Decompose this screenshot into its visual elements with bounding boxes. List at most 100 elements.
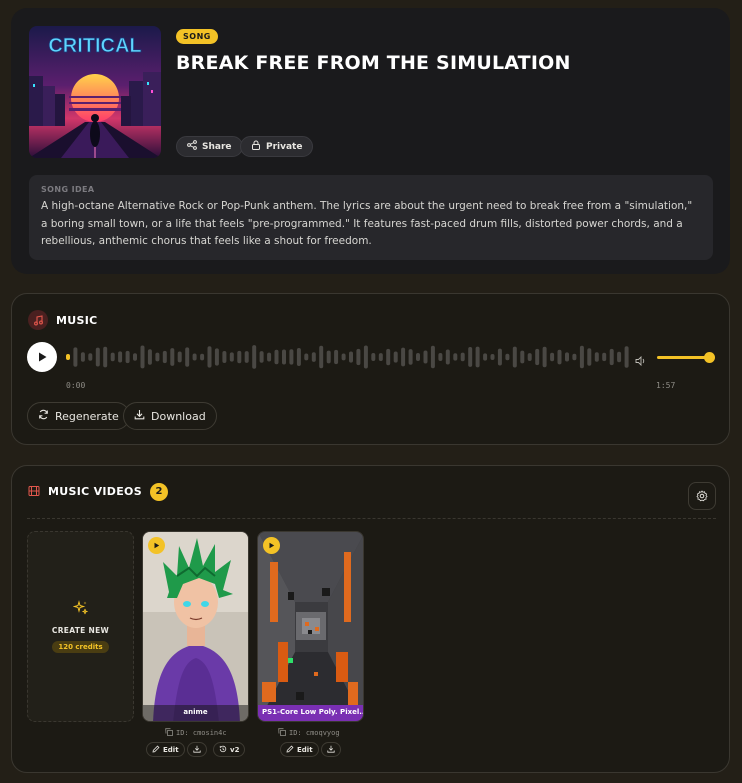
edit-label: Edit xyxy=(297,745,313,754)
waveform-bar xyxy=(326,350,331,364)
waveform-bar xyxy=(282,349,286,365)
refresh-icon xyxy=(38,409,49,423)
waveform-bar xyxy=(311,352,316,362)
regenerate-label: Regenerate xyxy=(55,409,119,423)
lock-icon xyxy=(251,140,261,153)
play-icon xyxy=(36,348,48,367)
waveform-bar xyxy=(475,346,480,368)
waveform-bar xyxy=(274,349,279,365)
waveform-bar xyxy=(177,351,182,363)
download-label: Download xyxy=(151,409,206,423)
waveform-bar xyxy=(244,351,249,363)
waveform-bar xyxy=(252,345,257,369)
waveform-bar xyxy=(460,352,465,362)
history-icon xyxy=(219,745,227,755)
waveform-bar xyxy=(408,349,413,365)
private-button[interactable]: Private xyxy=(240,136,314,157)
waveform-bar xyxy=(118,351,123,363)
waveform-bar xyxy=(557,349,562,365)
waveform-bar xyxy=(200,353,205,361)
song-idea-box: SONG IDEA A high-octane Alternative Rock… xyxy=(29,175,713,260)
waveform-bar xyxy=(609,348,614,366)
waveform-bar xyxy=(229,352,234,362)
edit-video-button[interactable]: Edit xyxy=(280,742,319,757)
waveform-bar xyxy=(527,353,532,361)
waveform-bar xyxy=(512,346,517,368)
waveform-bar xyxy=(483,353,488,361)
waveform-bar xyxy=(170,348,175,366)
regenerate-button[interactable]: Regenerate xyxy=(27,402,130,430)
create-new-video-button[interactable]: CREATE NEW 120 credits xyxy=(27,531,134,722)
waveform-bar xyxy=(80,352,85,362)
gear-icon xyxy=(696,487,708,506)
create-new-credits: 120 credits xyxy=(52,641,109,653)
sparkle-icon xyxy=(72,600,89,620)
song-header-card: CRITICAL SONG BREAK FREE FROM THE SIMULA… xyxy=(11,8,730,274)
waveform-scrubber[interactable] xyxy=(66,341,632,373)
waveform-bar xyxy=(356,348,361,366)
create-new-label: CREATE NEW xyxy=(51,626,110,635)
song-idea-label: SONG IDEA xyxy=(41,185,95,194)
waveform-bar xyxy=(371,353,376,361)
download-icon xyxy=(193,745,201,755)
download-video-button[interactable] xyxy=(321,742,341,757)
video-thumbnail-anime[interactable]: anime xyxy=(142,531,249,722)
song-type-badge: SONG xyxy=(176,29,218,44)
waveform-bar xyxy=(468,347,473,367)
music-videos-card: MUSIC VIDEOS 2 CREATE NEW 120 credits an… xyxy=(11,465,730,773)
waveform-bar xyxy=(393,351,398,363)
waveform-bar xyxy=(304,353,309,361)
edit-video-button[interactable]: Edit xyxy=(146,742,185,757)
video-play-button[interactable] xyxy=(263,537,280,554)
waveform-bar xyxy=(587,348,592,366)
waveform-bar xyxy=(222,351,227,363)
waveform-bar xyxy=(259,351,264,363)
song-cover-art: CRITICAL xyxy=(29,26,161,158)
waveform-bar xyxy=(594,352,599,362)
waveform-bar xyxy=(416,353,420,361)
volume-icon[interactable] xyxy=(635,351,647,370)
waveform-bar xyxy=(95,347,100,367)
music-note-icon xyxy=(28,310,48,330)
waveform-bar xyxy=(207,346,212,368)
total-duration: 1:57 xyxy=(656,381,676,390)
download-video-button[interactable] xyxy=(187,742,207,757)
waveform-bar xyxy=(214,348,219,366)
waveform-bar xyxy=(453,353,458,361)
waveform-bar xyxy=(617,351,622,363)
waveform-bar xyxy=(542,346,547,368)
video-play-button[interactable] xyxy=(148,537,165,554)
waveform-bar xyxy=(401,347,406,367)
video-caption: PS1-Core Low Poly. Pixel... xyxy=(258,705,363,721)
waveform-bar xyxy=(162,350,167,364)
volume-slider-track[interactable] xyxy=(657,356,710,359)
edit-label: Edit xyxy=(163,745,179,754)
copy-icon[interactable] xyxy=(278,728,286,738)
download-icon xyxy=(134,409,145,423)
waveform-bar xyxy=(550,352,555,362)
waveform-bar xyxy=(497,348,502,366)
volume-slider-handle[interactable] xyxy=(704,352,715,363)
video-id: ID: cmoqvyog xyxy=(278,728,340,738)
play-icon xyxy=(153,542,160,549)
waveform-bar xyxy=(572,353,577,361)
video-id-text: ID: cmoqvyog xyxy=(289,729,340,737)
waveform-bar xyxy=(490,354,495,360)
song-idea-text: A high-octane Alternative Rock or Pop-Pu… xyxy=(41,200,693,247)
music-section-header: MUSIC xyxy=(28,310,97,330)
video-version-button[interactable]: v2 xyxy=(213,742,246,757)
waveform-bar xyxy=(289,349,294,365)
video-thumbnail-ps1[interactable]: PS1-Core Low Poly. Pixel... xyxy=(257,531,364,722)
waveform-bar xyxy=(110,352,115,362)
video-settings-button[interactable] xyxy=(688,482,716,510)
play-button[interactable] xyxy=(27,342,57,372)
copy-icon[interactable] xyxy=(165,728,173,738)
share-button[interactable]: Share xyxy=(176,136,243,157)
waveform-bar xyxy=(296,348,301,366)
waveform-bar xyxy=(430,345,435,369)
download-button[interactable]: Download xyxy=(123,402,217,430)
play-icon xyxy=(268,542,275,549)
video-id-text: ID: cmosin4c xyxy=(176,729,227,737)
waveform-bar xyxy=(192,353,197,361)
waveform-bar xyxy=(378,353,383,361)
